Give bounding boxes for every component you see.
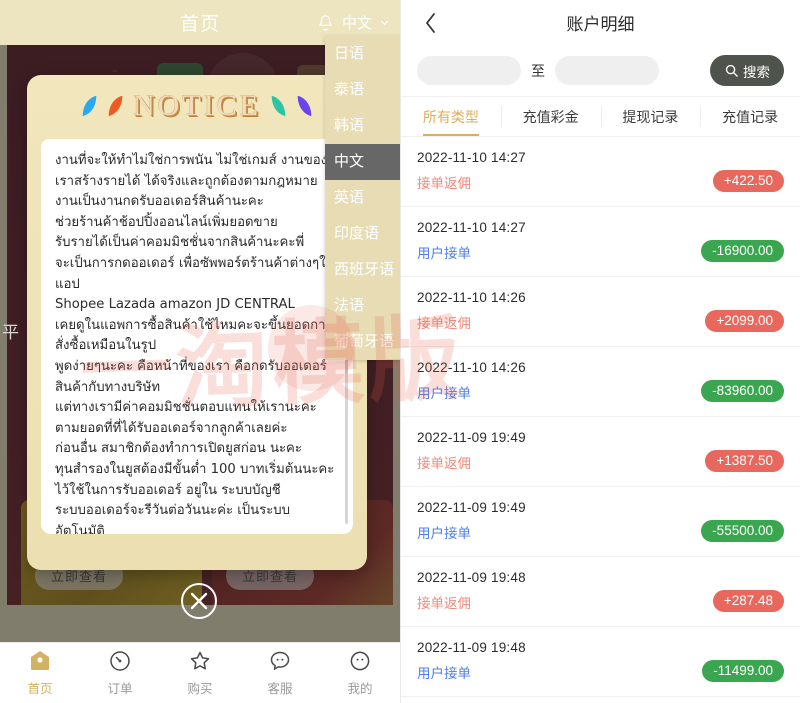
search-button-label: 搜索 — [743, 64, 770, 80]
table-row[interactable]: 2022-11-10 14:26 接单返佣 +2099.00 — [401, 277, 800, 347]
end-date-input[interactable] — [555, 56, 659, 85]
notice-title: NOTICE — [133, 89, 261, 122]
transaction-amount: +1387.50 — [705, 450, 784, 472]
tab-support-label: 客服 — [267, 682, 293, 696]
details-header: 账户明细 — [401, 0, 800, 45]
chevron-left-icon[interactable] — [423, 0, 438, 45]
transaction-date: 2022-11-10 14:27 — [417, 220, 526, 235]
transaction-amount: +2099.00 — [705, 310, 784, 332]
page-title: 首页 — [179, 14, 220, 35]
table-row[interactable]: 2022-11-10 14:26 用户接单 -83960.00 — [401, 347, 800, 417]
tab-buy-label: 购买 — [187, 682, 213, 696]
petal-icon-teal — [271, 95, 286, 117]
date-range-separator: 至 — [531, 62, 545, 79]
language-option-hi[interactable]: 印度语 — [325, 216, 400, 252]
home-icon — [28, 649, 52, 673]
user-icon — [348, 649, 372, 673]
language-option-es[interactable]: 西班牙语 — [325, 252, 400, 288]
transaction-date: 2022-11-10 14:27 — [417, 150, 526, 165]
tab-buy[interactable]: 购买 — [160, 649, 240, 697]
clock-icon — [108, 649, 132, 673]
language-option-zh[interactable]: 中文 — [325, 144, 400, 180]
tab-all-types[interactable]: 所有类型 — [401, 97, 501, 136]
start-date-input[interactable] — [417, 56, 521, 85]
language-dropdown[interactable]: 日语 泰语 韩语 中文 英语 印度语 西班牙语 法语 葡萄牙语 — [325, 36, 400, 360]
transaction-date: 2022-11-09 19:49 — [417, 430, 526, 445]
transaction-amount: -55500.00 — [701, 520, 784, 542]
tab-mine[interactable]: 我的 — [320, 649, 400, 697]
tab-withdraw-records[interactable]: 提现记录 — [600, 97, 701, 136]
table-row[interactable]: 2022-11-09 19:49 接单返佣 +1387.50 — [401, 417, 800, 487]
language-label[interactable]: 中文 — [342, 12, 372, 33]
transaction-date: 2022-11-10 14:26 — [417, 360, 526, 375]
tab-support[interactable]: 客服 — [240, 649, 320, 697]
notice-title-row: NOTICE — [27, 75, 367, 137]
tab-mine-label: 我的 — [347, 682, 373, 696]
transaction-amount: -83960.00 — [701, 380, 784, 402]
chat-icon — [268, 649, 292, 673]
language-option-ja[interactable]: 日语 — [325, 36, 400, 72]
tab-recharge-records[interactable]: 充值记录 — [700, 97, 800, 136]
table-row[interactable]: 2022-11-09 19:48 接单返佣 +287.48 — [401, 557, 800, 627]
screen-root: 首页 中文 NOTICE งานที่จะให้ทำไม่ใช่การพนัน … — [0, 0, 800, 703]
search-button[interactable]: 搜索 — [710, 55, 784, 86]
tab-orders-label: 订单 — [107, 682, 133, 696]
bottom-tabbar: 首页 订单 购买 客服 我的 — [0, 642, 400, 703]
type-filter-tabs: 所有类型 充值彩金 提现记录 充值记录 — [401, 97, 800, 137]
transaction-date: 2022-11-10 14:26 — [417, 290, 526, 305]
edge-character: 平 — [2, 323, 19, 342]
date-search-bar: 至 搜索 — [401, 45, 800, 97]
tab-orders[interactable]: 订单 — [80, 649, 160, 697]
transaction-date: 2022-11-09 19:48 — [417, 640, 526, 655]
transaction-date: 2022-11-09 19:48 — [417, 570, 526, 585]
account-details-pane: 账户明细 至 搜索 所有类型 充值彩金 提现记录 充值记录 2022-11-10… — [400, 0, 800, 703]
chevron-down-icon[interactable] — [379, 17, 390, 28]
tab-home[interactable]: 首页 — [0, 649, 80, 697]
transaction-amount: -11499.00 — [702, 660, 784, 682]
table-row[interactable]: 2022-11-10 14:27 用户接单 -16900.00 — [401, 207, 800, 277]
table-row[interactable]: 2022-11-09 19:37 — [401, 697, 800, 703]
tab-bonus-recharge[interactable]: 充值彩金 — [500, 97, 601, 136]
details-title: 账户明细 — [566, 15, 635, 34]
transaction-amount: +422.50 — [712, 170, 784, 192]
transaction-date: 2022-11-09 19:49 — [417, 500, 526, 515]
table-row[interactable]: 2022-11-10 14:27 接单返佣 +422.50 — [401, 137, 800, 207]
tab-home-label: 首页 — [27, 682, 53, 696]
transaction-list: 2022-11-10 14:27 接单返佣 +422.50 2022-11-10… — [401, 137, 800, 703]
bell-icon[interactable] — [316, 13, 335, 33]
petal-icon-orange — [108, 95, 123, 117]
close-icon[interactable] — [181, 583, 217, 619]
watermark-dot — [268, 305, 354, 391]
language-option-en[interactable]: 英语 — [325, 180, 400, 216]
search-icon — [724, 63, 739, 78]
table-row[interactable]: 2022-11-09 19:49 用户接单 -55500.00 — [401, 487, 800, 557]
transaction-amount: -16900.00 — [701, 240, 784, 262]
table-row[interactable]: 2022-11-09 19:48 用户接单 -11499.00 — [401, 627, 800, 697]
star-icon — [188, 649, 212, 673]
petal-icon-blue — [82, 95, 97, 117]
petal-icon-purple — [297, 95, 312, 117]
language-option-ko[interactable]: 韩语 — [325, 108, 400, 144]
language-option-th[interactable]: 泰语 — [325, 72, 400, 108]
transaction-amount: +287.48 — [712, 590, 784, 612]
